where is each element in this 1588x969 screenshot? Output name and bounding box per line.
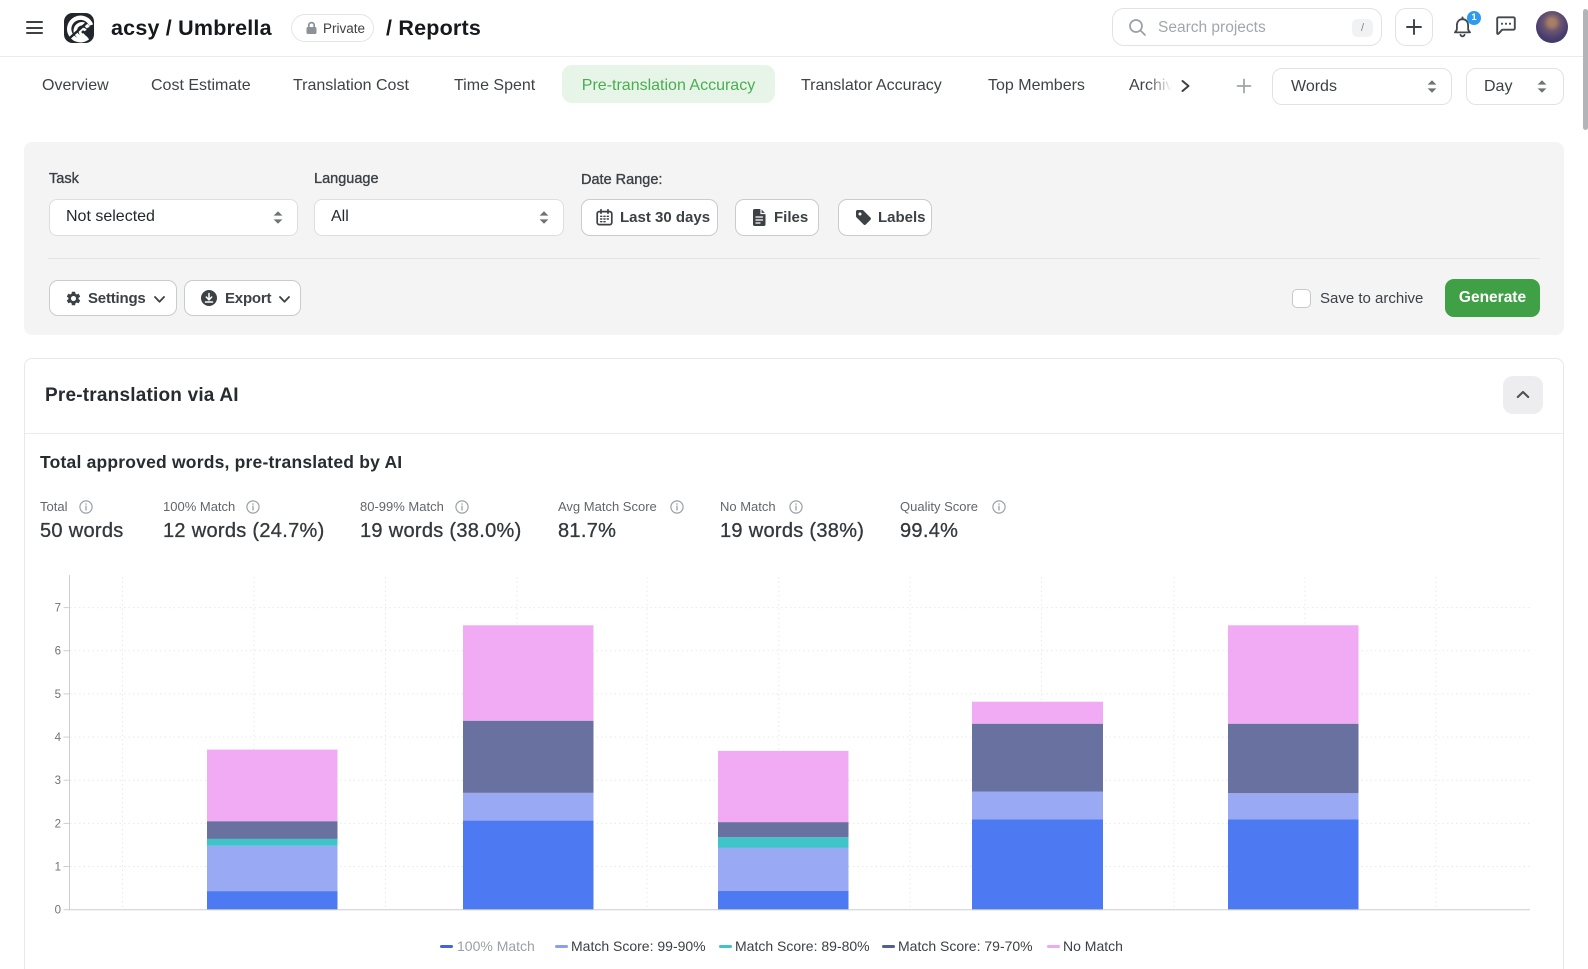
svg-text:1: 1 (55, 862, 61, 874)
svg-text:0: 0 (55, 905, 61, 917)
svg-text:7: 7 (55, 603, 61, 615)
svg-text:3: 3 (55, 775, 61, 787)
svg-text:2: 2 (55, 818, 61, 830)
svg-text:4: 4 (55, 732, 62, 744)
svg-text:6: 6 (55, 646, 61, 658)
svg-text:5: 5 (55, 689, 61, 701)
